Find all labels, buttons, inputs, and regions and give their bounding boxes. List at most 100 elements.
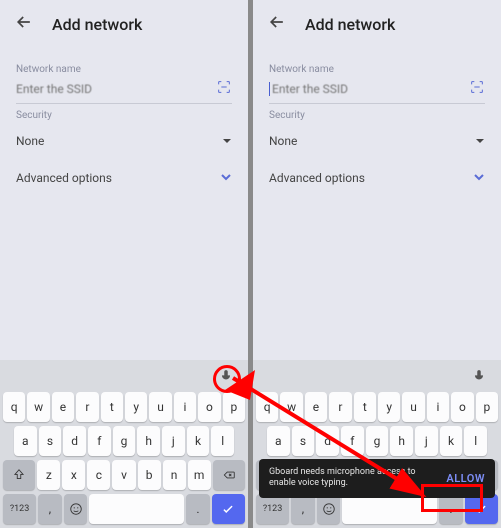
key-r[interactable]: r [329,392,351,422]
key-j[interactable]: j [162,426,185,456]
key-w[interactable]: w [280,392,302,422]
comma-key[interactable]: , [38,494,62,524]
key-k[interactable]: k [187,426,210,456]
emoji-key[interactable] [317,494,341,524]
page-title: Add network [305,15,395,34]
advanced-options-label: Advanced options [269,171,365,185]
key-row-3: z x c v b n m [0,460,248,490]
key-t[interactable]: t [101,392,123,422]
backspace-key[interactable] [213,460,245,490]
qr-scan-icon[interactable] [216,79,232,99]
key-d[interactable]: d [63,426,86,456]
suggestion-bar [253,366,501,392]
key-row-1: q w e r t y u i o p [0,392,248,422]
comma-key[interactable]: , [291,494,315,524]
key-s[interactable]: s [39,426,62,456]
numbers-key[interactable]: ?123 [3,494,36,524]
annotation-circle [213,365,241,393]
security-label: Security [16,110,232,121]
period-key[interactable]: . [186,494,210,524]
key-p[interactable]: p [223,392,245,422]
caret-down-icon [475,131,485,150]
page-title: Add network [52,15,142,34]
key-q[interactable]: q [3,392,25,422]
microphone-icon[interactable] [469,366,489,386]
numbers-key[interactable]: ?123 [256,494,289,524]
key-i[interactable]: i [174,392,196,422]
snackbar-allow-button[interactable]: ALLOW [446,472,485,485]
key-y[interactable]: y [378,392,400,422]
ssid-input-row [269,79,485,104]
key-b[interactable]: b [138,460,161,490]
key-w[interactable]: w [27,392,49,422]
key-row-4: ?123 , . [0,494,248,524]
security-dropdown[interactable]: None [16,125,232,156]
key-n[interactable]: n [163,460,186,490]
key-x[interactable]: x [62,460,85,490]
ssid-input[interactable] [16,82,216,96]
app-bar: Add network [253,0,501,48]
back-arrow-icon[interactable] [14,12,34,36]
key-d[interactable]: d [316,426,339,456]
key-f[interactable]: f [341,426,364,456]
key-q[interactable]: q [256,392,278,422]
key-k[interactable]: k [440,426,463,456]
key-s[interactable]: s [292,426,315,456]
key-i[interactable]: i [427,392,449,422]
back-arrow-icon[interactable] [267,12,287,36]
shift-key[interactable] [3,460,35,490]
key-h[interactable]: h [390,426,413,456]
key-y[interactable]: y [125,392,147,422]
advanced-options-label: Advanced options [16,171,112,185]
key-row-2: a s d f g h j k l [253,426,501,456]
chevron-down-icon [220,168,232,187]
caret-down-icon [222,131,232,150]
key-o[interactable]: o [451,392,473,422]
key-j[interactable]: j [415,426,438,456]
key-p[interactable]: p [476,392,498,422]
advanced-options-row[interactable]: Advanced options [269,168,485,187]
suggestion-bar [0,366,248,392]
key-g[interactable]: g [366,426,389,456]
key-f[interactable]: f [88,426,111,456]
chevron-down-icon [473,168,485,187]
key-h[interactable]: h [137,426,160,456]
key-v[interactable]: v [112,460,135,490]
security-value: None [269,134,297,148]
advanced-options-row[interactable]: Advanced options [16,168,232,187]
key-c[interactable]: c [87,460,110,490]
key-e[interactable]: e [52,392,74,422]
key-l[interactable]: l [464,426,487,456]
enter-key[interactable] [212,494,245,524]
key-e[interactable]: e [305,392,327,422]
key-l[interactable]: l [211,426,234,456]
snackbar-message: Gboard needs microphone access to enable… [269,467,438,490]
security-dropdown[interactable]: None [269,125,485,156]
key-a[interactable]: a [267,426,290,456]
qr-scan-icon[interactable] [469,79,485,99]
security-label: Security [269,110,485,121]
key-m[interactable]: m [188,460,211,490]
ssid-input[interactable] [272,82,469,96]
app-bar: Add network [0,0,248,48]
key-o[interactable]: o [198,392,220,422]
emoji-key[interactable] [64,494,88,524]
network-name-label: Network name [269,64,485,75]
security-value: None [16,134,44,148]
key-g[interactable]: g [113,426,136,456]
space-key[interactable] [89,494,184,524]
network-name-label: Network name [16,64,232,75]
key-t[interactable]: t [354,392,376,422]
keyboard: q w e r t y u i o p a s d f g h j k l z … [0,360,248,528]
form-content: Network name Security None Advanced opti… [253,48,501,360]
key-z[interactable]: z [37,460,60,490]
phone-screenshot-left: Add network Network name Security None A… [0,0,248,528]
key-a[interactable]: a [14,426,37,456]
phone-screenshot-right: Add network Network name Security None A… [253,0,501,528]
key-row-1: q w e r t y u i o p [253,392,501,422]
key-u[interactable]: u [402,392,424,422]
key-r[interactable]: r [76,392,98,422]
key-u[interactable]: u [149,392,171,422]
ssid-input-row [16,79,232,104]
form-content: Network name Security None Advanced opti… [0,48,248,360]
